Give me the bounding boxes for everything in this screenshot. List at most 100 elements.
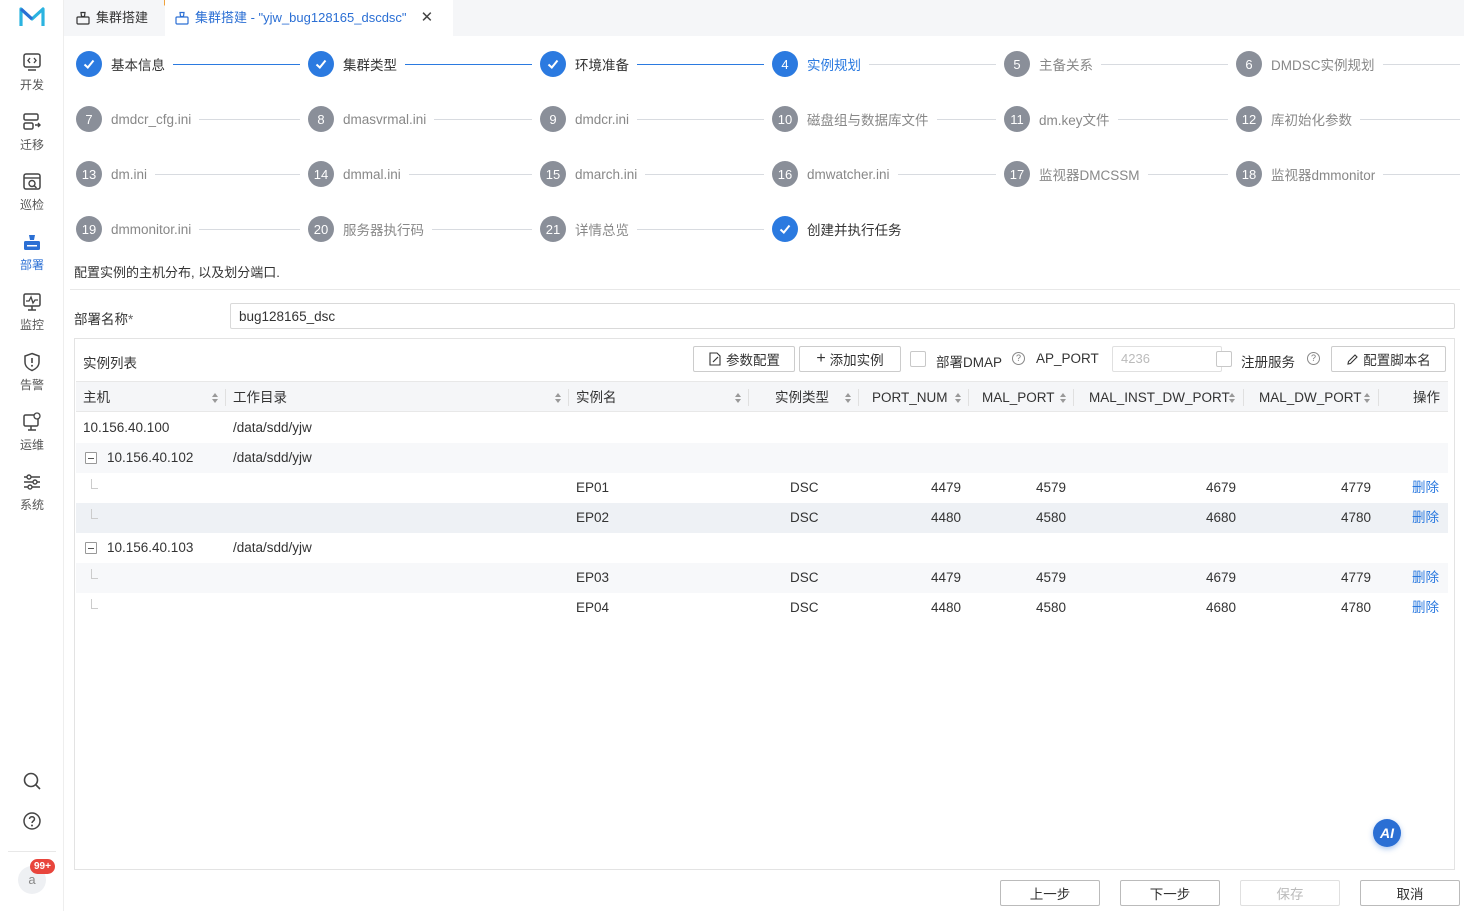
step-item[interactable]: 5 主备关系 — [1004, 50, 1228, 78]
sort-icon[interactable] — [1364, 393, 1371, 403]
help-icon[interactable] — [22, 811, 42, 831]
step-item[interactable]: 集群类型 — [308, 50, 532, 78]
ai-assistant-button[interactable]: AI — [1373, 819, 1401, 847]
table-row-instance[interactable]: EP02 DSC 4480 4580 4680 4780 删除 — [76, 503, 1448, 533]
ops-icon — [23, 412, 41, 431]
close-icon[interactable]: ✕ — [421, 1, 434, 35]
step-item[interactable]: 17 监视器DMCSSM — [1004, 160, 1228, 188]
sort-icon[interactable] — [1229, 393, 1236, 403]
nav-item-system[interactable]: 系统 — [0, 472, 64, 526]
step-item[interactable]: 10 磁盘组与数据库文件 — [772, 105, 996, 133]
help-icon[interactable]: ? — [1012, 352, 1025, 365]
deploy-dmap-checkbox[interactable] — [910, 351, 926, 367]
column-header-mal-port[interactable]: MAL_PORT — [982, 382, 1055, 413]
step-item[interactable]: 基本信息 — [76, 50, 300, 78]
table-row-host[interactable]: 10.156.40.102 /data/sdd/yjw — [76, 443, 1448, 473]
tree-line — [91, 599, 98, 609]
step-item[interactable]: 20 服务器执行码 — [308, 215, 532, 243]
nav-item-deploy[interactable]: 部署 — [0, 232, 64, 286]
next-step-button[interactable]: 下一步 — [1120, 880, 1220, 906]
nav-label: 巡检 — [19, 198, 44, 212]
column-header-workdir[interactable]: 工作目录 — [233, 382, 287, 413]
plus-icon: + — [816, 350, 826, 367]
nav-item-dev[interactable]: 开发 — [0, 52, 64, 106]
step-item[interactable]: 15 dmarch.ini — [540, 160, 764, 188]
settings-icon — [24, 474, 40, 490]
step-item[interactable]: 创建并执行任务 — [772, 215, 972, 243]
step-item[interactable]: 13 dm.ini — [76, 160, 300, 188]
deploy-name-input[interactable] — [230, 303, 1455, 329]
prev-step-button[interactable]: 上一步 — [1000, 880, 1100, 906]
search-icon[interactable] — [22, 771, 42, 791]
param-config-button[interactable]: 参数配置 — [693, 346, 795, 372]
nav-item-alert[interactable]: 告警 — [0, 352, 64, 406]
table-row-instance[interactable]: EP03 DSC 4479 4579 4679 4779 删除 — [76, 563, 1448, 593]
step-item[interactable]: 19 dmmonitor.ini — [76, 215, 300, 243]
save-button[interactable]: 保存 — [1240, 880, 1340, 906]
step-connector — [637, 228, 764, 230]
step-item[interactable]: 18 监视器dmmonitor — [1236, 160, 1460, 188]
step-item[interactable]: 12 库初始化参数 — [1236, 105, 1460, 133]
sort-icon[interactable] — [212, 393, 219, 403]
collapse-icon[interactable] — [85, 542, 97, 554]
column-header-actions: 操作 — [1413, 390, 1440, 405]
tab-cluster-build[interactable]: 集群搭建 — [66, 0, 158, 36]
app-logo-icon[interactable] — [19, 6, 45, 28]
tab-bar: 集群搭建 集群搭建 - "yjw_bug128165_dscdsc" ✕ — [64, 0, 1464, 36]
nav-item-monitor[interactable]: 监控 — [0, 292, 64, 346]
nav-item-ops[interactable]: 运维 — [0, 412, 64, 466]
delete-link[interactable]: 删除 — [1412, 503, 1439, 533]
register-service-checkbox[interactable] — [1216, 351, 1232, 367]
nav-item-migrate[interactable]: 迁移 — [0, 112, 64, 166]
collapse-icon[interactable] — [85, 452, 97, 464]
column-divider — [968, 389, 969, 406]
column-header-mal-inst-dw-port[interactable]: MAL_INST_DW_PORT — [1089, 382, 1230, 413]
column-divider — [1378, 389, 1379, 406]
register-service-label: 注册服务 — [1241, 355, 1295, 370]
step-item[interactable]: 8 dmasvrmal.ini — [308, 105, 532, 133]
step-item[interactable]: 11 dm.key文件 — [1004, 105, 1228, 133]
sort-icon[interactable] — [845, 393, 852, 403]
config-script-button[interactable]: 配置脚本名 — [1331, 346, 1446, 372]
step-item[interactable]: 21 详情总览 — [540, 215, 764, 243]
ap-port-input[interactable]: 4236 — [1112, 346, 1222, 372]
sort-icon[interactable] — [955, 393, 962, 403]
step-number: 19 — [76, 216, 102, 242]
column-header-port-num[interactable]: PORT_NUM — [872, 382, 948, 413]
step-item[interactable]: 9 dmdcr.ini — [540, 105, 764, 133]
nav-item-inspect[interactable]: 巡检 — [0, 172, 64, 226]
delete-link[interactable]: 删除 — [1412, 473, 1439, 503]
column-header-instance-name[interactable]: 实例名 — [576, 382, 617, 413]
delete-link[interactable]: 删除 — [1412, 563, 1439, 593]
page-description: 配置实例的主机分布, 以及划分端口. — [74, 265, 280, 280]
tab-cluster-build-detail[interactable]: 集群搭建 - "yjw_bug128165_dscdsc" ✕ — [165, 0, 453, 36]
step-label: dmwatcher.ini — [807, 166, 890, 182]
add-instance-button[interactable]: + 添加实例 — [799, 346, 901, 372]
sort-icon[interactable] — [735, 393, 742, 403]
sort-icon[interactable] — [555, 393, 562, 403]
sort-icon[interactable] — [1060, 393, 1067, 403]
divider — [70, 289, 1460, 290]
delete-link[interactable]: 删除 — [1412, 593, 1439, 623]
mal-inst-dw-port-cell: 4679 — [1205, 480, 1236, 495]
step-connector — [155, 173, 300, 175]
table-row-instance[interactable]: EP01 DSC 4479 4579 4679 4779 删除 — [76, 473, 1448, 503]
cancel-button[interactable]: 取消 — [1360, 880, 1460, 906]
mal-dw-port-cell: 4779 — [1340, 570, 1371, 585]
step-connector — [1101, 63, 1228, 65]
column-header-host[interactable]: 主机 — [83, 382, 110, 413]
step-item[interactable]: 4 实例规划 — [772, 50, 996, 78]
column-header-instance-type[interactable]: 实例类型 — [775, 382, 829, 413]
table-row-host[interactable]: 10.156.40.103 /data/sdd/yjw — [76, 533, 1448, 563]
divider — [8, 851, 56, 852]
step-item[interactable]: 14 dmmal.ini — [308, 160, 532, 188]
table-row-instance[interactable]: EP04 DSC 4480 4580 4680 4780 删除 — [76, 593, 1448, 623]
step-item[interactable]: 环境准备 — [540, 50, 764, 78]
step-item[interactable]: 7 dmdcr_cfg.ini — [76, 105, 300, 133]
step-item[interactable]: 16 dmwatcher.ini — [772, 160, 996, 188]
step-number: 15 — [540, 161, 566, 187]
step-item[interactable]: 6 DMDSC实例规划 — [1236, 50, 1460, 78]
help-icon[interactable]: ? — [1307, 352, 1320, 365]
table-row-host[interactable]: 10.156.40.100 /data/sdd/yjw — [76, 413, 1448, 443]
column-header-mal-dw-port[interactable]: MAL_DW_PORT — [1259, 382, 1362, 413]
